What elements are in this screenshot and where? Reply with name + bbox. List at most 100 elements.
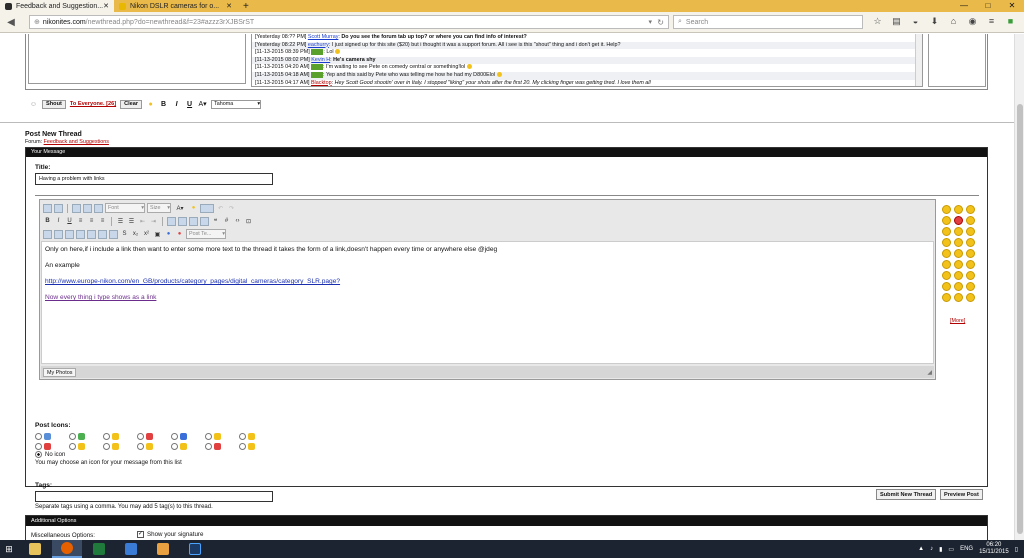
browser-tab-active[interactable]: Feedback and Suggestion... ✕ (0, 0, 114, 12)
smiley-icon[interactable] (966, 238, 975, 247)
smiley-icon[interactable] (966, 293, 975, 302)
table-row-icon[interactable] (54, 229, 63, 239)
table-merge-icon[interactable] (87, 229, 96, 239)
paste-icon[interactable] (94, 203, 103, 213)
code-icon[interactable]: ‹› (233, 217, 242, 226)
smiley-icon[interactable] (966, 216, 975, 225)
video-icon[interactable] (200, 216, 209, 226)
pocket-icon[interactable]: ◒ (906, 16, 925, 27)
browser-tab[interactable]: Nikon DSLR cameras for o... ✕ (114, 0, 237, 12)
radio-button[interactable] (239, 433, 246, 440)
home-icon[interactable]: ⌂ (944, 16, 963, 27)
font-select[interactable]: Font ▾ (105, 203, 145, 213)
no-icon-option[interactable]: No icon (35, 451, 65, 458)
table-del-icon[interactable] (76, 229, 85, 239)
italic-button[interactable]: I (172, 100, 181, 109)
menu-icon[interactable]: ≡ (982, 16, 1001, 27)
radio-button[interactable] (69, 433, 76, 440)
smiley-icon[interactable] (966, 205, 975, 214)
bookmark-star-icon[interactable]: ☆ (868, 16, 887, 27)
smiley-icon[interactable] (966, 282, 975, 291)
smiley-icon[interactable] (942, 205, 951, 214)
shoutbox-messages[interactable]: [Yesterday 08:?? PM] Scott Murray: Do yo… (251, 34, 923, 87)
smiley-icon[interactable] (942, 227, 951, 236)
smiley-icon[interactable] (954, 282, 963, 291)
link-icon[interactable] (167, 216, 176, 226)
clear-button[interactable]: Clear (120, 99, 143, 109)
taskbar-excel[interactable] (84, 540, 114, 558)
post-icon-option[interactable] (103, 432, 137, 441)
globe-icon[interactable]: ● (164, 230, 173, 239)
language-indicator[interactable]: ENG (960, 546, 973, 552)
more-smilies-link[interactable]: [More] (950, 318, 965, 324)
post-icon-option[interactable] (137, 442, 171, 451)
table-props-icon[interactable] (109, 229, 118, 239)
reload-icon[interactable]: ↻ (657, 18, 664, 27)
radio-button[interactable] (205, 443, 212, 450)
undo-icon[interactable]: ↶ (216, 204, 225, 213)
text-color-icon[interactable]: A▾ (198, 100, 207, 109)
forum-link[interactable]: Feedback and Suggestions (44, 139, 109, 145)
switch-mode-icon[interactable] (54, 203, 63, 213)
radio-button-selected[interactable] (35, 451, 42, 458)
smiley-icon[interactable] (954, 227, 963, 236)
font-select[interactable]: Tahoma ▾ (211, 99, 262, 109)
scrollbar-thumb[interactable] (1017, 104, 1023, 534)
smiley-icon[interactable] (954, 249, 963, 258)
smiley-icon[interactable] (966, 260, 975, 269)
redo-icon[interactable]: ↷ (227, 204, 236, 213)
back-arrow-icon[interactable]: ◀ (3, 14, 19, 30)
table-split-icon[interactable] (98, 229, 107, 239)
hash-icon[interactable]: # (222, 217, 231, 226)
to-everyone-link[interactable]: To Everyone. [26] (70, 101, 116, 107)
download-icon[interactable]: ⬇ (925, 16, 944, 27)
smiley-icon[interactable] (954, 205, 963, 214)
smiley-icon[interactable] (954, 293, 963, 302)
size-select[interactable]: Size ▾ (147, 203, 171, 213)
align-center-icon[interactable]: ≡ (87, 217, 96, 226)
smiley-icon[interactable] (942, 238, 951, 247)
chat-icon[interactable]: ◉ (963, 16, 982, 27)
taskbar-photo-viewer[interactable] (116, 540, 146, 558)
post-icon-option[interactable] (35, 432, 69, 441)
volume-icon[interactable]: ♪ (930, 546, 933, 552)
attachment-icon[interactable] (200, 203, 214, 213)
special-icon[interactable]: ● (175, 230, 184, 239)
radio-button[interactable] (103, 433, 110, 440)
smiley-icon[interactable] (966, 271, 975, 280)
checkbox-checked-icon[interactable]: ✓ (137, 531, 144, 538)
my-photos-tab[interactable]: My Photos (43, 367, 77, 377)
radio-button[interactable] (137, 433, 144, 440)
table-col-icon[interactable] (65, 229, 74, 239)
title-input[interactable]: Having a problem with links (35, 173, 273, 185)
url-bar[interactable]: ⊕ nikonites.com /newthread.php?do=newthr… (29, 15, 669, 29)
smiley-icon[interactable] (942, 216, 951, 225)
smiley-icon[interactable] (954, 260, 963, 269)
tray-arrow-icon[interactable]: ▲ (918, 546, 924, 552)
smiley-icon[interactable]: ● (189, 204, 198, 213)
emoticon-picker-icon[interactable]: ☺ (29, 100, 38, 109)
radio-button[interactable] (137, 443, 144, 450)
ordered-list-icon[interactable]: ☰ (116, 217, 125, 226)
page-scrollbar[interactable] (1014, 34, 1024, 540)
smiley-icon[interactable]: ● (146, 100, 155, 109)
resize-grip-icon[interactable]: ◢ (927, 369, 932, 376)
close-tab-icon[interactable]: ✕ (226, 2, 232, 10)
smiley-icon[interactable] (942, 282, 951, 291)
message-link-text[interactable]: Now every thing i type shows as a link (45, 294, 156, 301)
smiley-icon[interactable] (966, 227, 975, 236)
message-link[interactable]: http://www.europe-nikon.com/en_GB/produc… (45, 278, 340, 285)
quote-icon[interactable]: ❝ (211, 217, 220, 226)
radio-button[interactable] (205, 433, 212, 440)
smiley-icon[interactable] (942, 249, 951, 258)
outdent-icon[interactable]: ⇤ (138, 217, 147, 226)
clock[interactable]: 06:20 15/11/2015 (979, 542, 1009, 556)
align-right-icon[interactable]: ≡ (98, 217, 107, 226)
underline-button[interactable]: U (65, 217, 74, 226)
unlink-icon[interactable] (178, 216, 187, 226)
post-icon-option[interactable] (69, 442, 103, 451)
smiley-icon[interactable] (954, 271, 963, 280)
radio-button[interactable] (35, 433, 42, 440)
post-icon-option[interactable] (205, 442, 239, 451)
post-icon-option[interactable] (137, 432, 171, 441)
